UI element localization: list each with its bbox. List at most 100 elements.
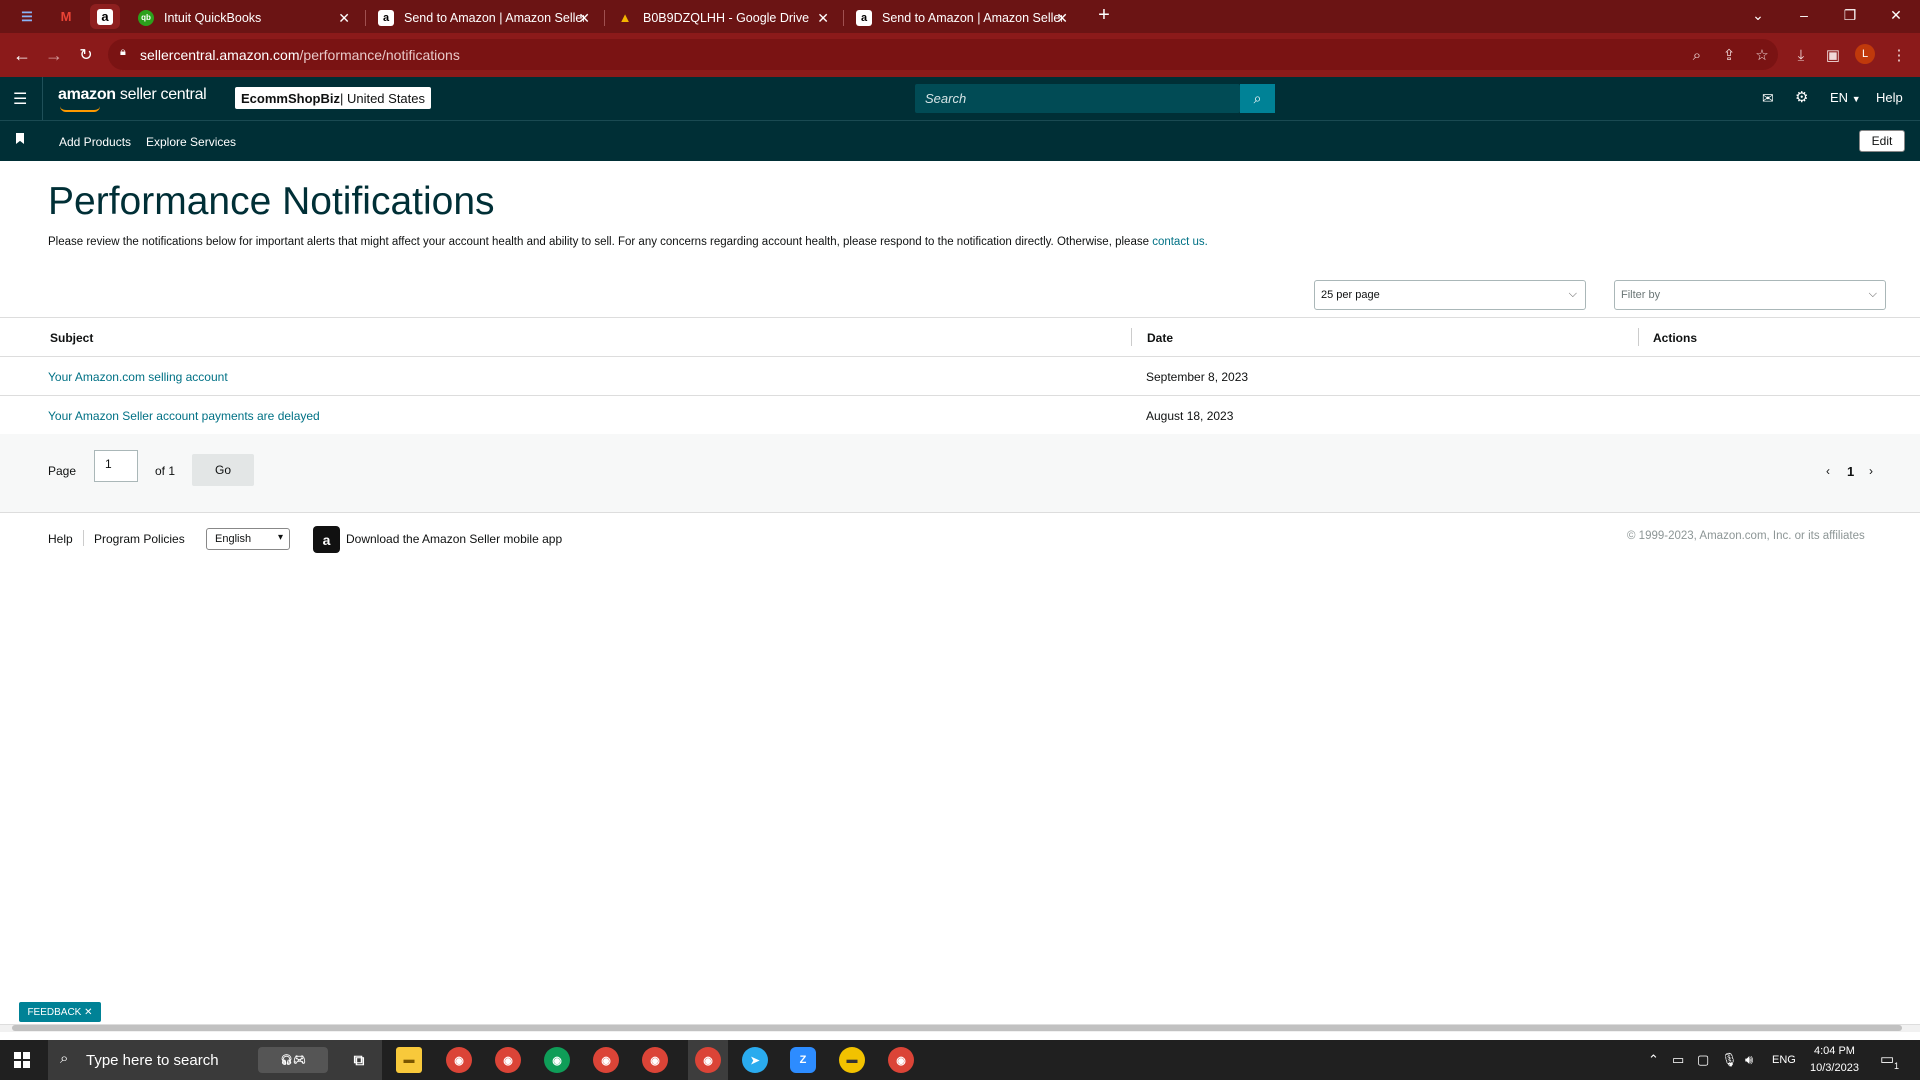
microphone-icon[interactable]: 🎙︎ — [1721, 1052, 1738, 1068]
chrome-profile-d-icon[interactable]: ◉ — [495, 1047, 521, 1073]
column-header-subject[interactable]: Subject — [50, 331, 93, 345]
go-button[interactable]: Go — [192, 454, 254, 486]
notifications-table: Subject Date Actions Your Amazon.com sel… — [0, 317, 1920, 435]
show-hidden-icons-chevron[interactable]: ⌃ — [1648, 1052, 1659, 1068]
tab-send-to-amazon-1[interactable]: a Send to Amazon | Amazon Seller ✕ — [368, 2, 598, 33]
close-icon[interactable]: ✕ — [84, 1007, 92, 1018]
close-tab-icon[interactable]: ✕ — [338, 10, 350, 27]
amazon-seller-app-icon[interactable]: a — [313, 526, 340, 553]
close-tab-icon[interactable]: ✕ — [1056, 10, 1068, 27]
url-host: sellercentral.amazon.com — [140, 46, 300, 63]
forward-button[interactable]: → — [40, 41, 68, 69]
new-tab-button[interactable]: + — [1082, 0, 1126, 30]
close-tab-icon[interactable]: ✕ — [578, 10, 590, 27]
add-products-link[interactable]: Add Products — [59, 135, 131, 149]
previous-page-icon[interactable]: ‹ — [1826, 464, 1830, 478]
seller-central-header: ☰ amazon seller central EcommShopBiz | U… — [0, 77, 1920, 120]
download-icon[interactable]: ⤓ — [1790, 44, 1812, 66]
zoom-app-icon[interactable]: Z — [790, 1047, 816, 1073]
url-path: /performance/notifications — [299, 46, 460, 63]
close-window-button[interactable]: ✕ — [1873, 0, 1919, 30]
chrome-profile-l-icon[interactable]: ◉ — [695, 1047, 721, 1073]
tab-title: Send to Amazon | Amazon Seller — [882, 10, 1062, 25]
windows-start-icon[interactable] — [14, 1052, 30, 1068]
program-policies-link[interactable]: Program Policies — [94, 532, 185, 546]
next-page-icon[interactable]: › — [1869, 464, 1873, 478]
clock-date[interactable]: 10/3/2023 — [1810, 1062, 1859, 1074]
notification-center-icon[interactable]: ▭ — [1880, 1050, 1894, 1068]
app-icon[interactable]: ▬ — [839, 1047, 865, 1073]
windows-taskbar: ⌕ Type here to search 🎧︎🎮︎ ⧉ ▬ ◉ ◉ ◉ ◉ ◉… — [0, 1040, 1920, 1080]
search-highlights-icon[interactable]: 🎧︎🎮︎ — [258, 1047, 328, 1073]
reload-button[interactable]: ↻ — [72, 41, 100, 69]
filter-select[interactable]: Filter by ⌵ — [1614, 280, 1886, 310]
notification-subject-link[interactable]: Your Amazon.com selling account — [48, 370, 228, 384]
notification-subject-link[interactable]: Your Amazon Seller account payments are … — [48, 409, 320, 423]
feedback-button[interactable]: FEEDBACK ✕ — [19, 1002, 101, 1022]
footer-language-select[interactable]: English ▾ — [206, 528, 290, 550]
language-selector[interactable]: EN ▼ — [1830, 90, 1861, 105]
bookmark-star-icon[interactable]: ☆ — [1751, 44, 1773, 66]
camera-icon[interactable]: ▢ — [1697, 1052, 1709, 1068]
task-view-icon[interactable]: ⧉ — [346, 1047, 372, 1073]
browser-tab-strip: ☰ M a qb Intuit QuickBooks ✕ a Send to A… — [0, 0, 1920, 33]
amazon-seller-central-logo[interactable]: amazon seller central — [58, 86, 207, 112]
tab-google-drive[interactable]: ▲ B0B9DZQLHH - Google Drive ✕ — [607, 2, 837, 33]
download-app-link[interactable]: Download the Amazon Seller mobile app — [346, 532, 562, 546]
share-icon[interactable]: ⇪ — [1718, 44, 1740, 66]
pinned-tab-gmail[interactable]: M — [51, 4, 81, 29]
contact-us-link[interactable]: contact us. — [1152, 236, 1208, 248]
per-page-value: 25 per page — [1321, 289, 1380, 301]
back-button[interactable]: ← — [8, 41, 36, 69]
tab-search-chevron-icon[interactable]: ⌄ — [1735, 0, 1781, 30]
chrome-profile-g-icon[interactable]: ◉ — [888, 1047, 914, 1073]
browser-menu-icon[interactable]: ⋮ — [1888, 44, 1910, 66]
tab-quickbooks[interactable]: qb Intuit QuickBooks ✕ — [128, 2, 358, 33]
mail-icon[interactable]: ✉ — [1762, 90, 1774, 107]
settings-gear-icon[interactable]: ⚙ — [1795, 88, 1808, 106]
volume-icon[interactable]: 🔊︎ — [1745, 1052, 1753, 1068]
pinned-tab-calendar[interactable]: ☰ — [12, 4, 42, 29]
edit-button[interactable]: Edit — [1859, 130, 1905, 152]
bookmark-icon[interactable] — [16, 133, 24, 144]
account-name: EcommShopBiz — [241, 90, 340, 106]
telegram-icon[interactable]: ➤ — [742, 1047, 768, 1073]
hamburger-menu-icon[interactable]: ☰ — [13, 89, 27, 109]
profile-avatar[interactable]: L — [1855, 44, 1875, 64]
taskbar-search-input[interactable]: ⌕ Type here to search — [48, 1040, 382, 1080]
search-button[interactable]: ⌕ — [1240, 84, 1275, 113]
file-explorer-icon[interactable]: ▬ — [396, 1047, 422, 1073]
network-icon[interactable]: ▭ — [1672, 1052, 1684, 1068]
pinned-tab-amazon[interactable]: a — [90, 4, 120, 29]
footer-help-link[interactable]: Help — [48, 532, 73, 546]
input-language-indicator[interactable]: ENG — [1772, 1054, 1796, 1066]
clock-time[interactable]: 4:04 PM — [1814, 1045, 1855, 1057]
page-number-input[interactable]: 1 — [94, 450, 138, 482]
tab-title: Intuit QuickBooks — [164, 10, 262, 25]
quickbooks-icon: qb — [138, 9, 154, 26]
zoom-icon[interactable]: ⌕ — [1686, 44, 1708, 66]
explore-services-link[interactable]: Explore Services — [146, 135, 236, 149]
chrome-profile-r-icon[interactable]: ◉ — [642, 1047, 668, 1073]
intro-body: Please review the notifications below fo… — [48, 236, 1153, 248]
close-tab-icon[interactable]: ✕ — [817, 10, 829, 27]
tab-send-to-amazon-2[interactable]: a Send to Amazon | Amazon Seller ✕ — [846, 2, 1076, 33]
column-header-date[interactable]: Date — [1147, 331, 1173, 345]
scrollbar-thumb[interactable] — [12, 1025, 1902, 1031]
tab-title: B0B9DZQLHH - Google Drive — [643, 10, 810, 25]
caret-down-icon: ▼ — [1851, 94, 1861, 104]
per-page-select[interactable]: 25 per page ⌵ — [1314, 280, 1586, 310]
chrome-icon[interactable]: ◉ — [446, 1047, 472, 1073]
restore-button[interactable]: ❐ — [1827, 0, 1873, 30]
search-input[interactable]: Search — [915, 84, 1240, 113]
chrome-profile-o-icon[interactable]: ◉ — [544, 1047, 570, 1073]
tab-title: Send to Amazon | Amazon Seller — [404, 10, 584, 25]
minimize-button[interactable]: – — [1781, 0, 1827, 30]
side-panel-icon[interactable]: ▣ — [1822, 44, 1844, 66]
help-link[interactable]: Help — [1876, 90, 1903, 105]
account-switcher[interactable]: EcommShopBiz | United States — [235, 87, 432, 109]
current-page-number[interactable]: 1 — [1847, 464, 1854, 479]
address-bar[interactable]: 🔒︎ sellercentral.amazon.com/performance/… — [108, 39, 1778, 70]
chrome-profile-m-icon[interactable]: ◉ — [593, 1047, 619, 1073]
page-total-label: of 1 — [155, 464, 176, 478]
